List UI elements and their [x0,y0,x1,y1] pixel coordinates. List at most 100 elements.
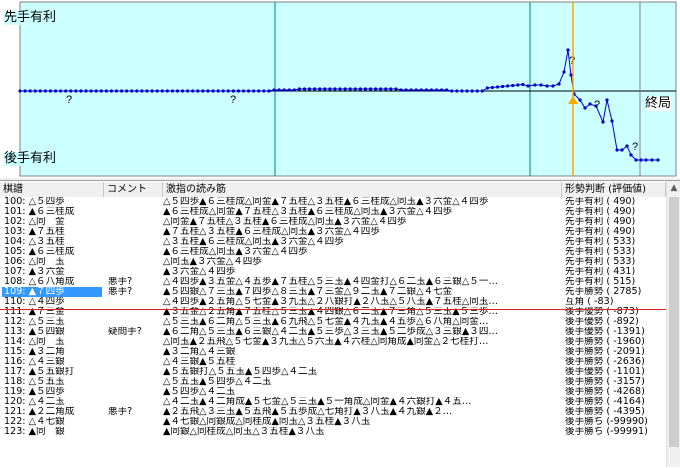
pv-cell: △５四歩▲６三桂成△同金▲７五桂△３五桂▲６三桂成△同玉▲３六金△４四歩 [163,197,489,207]
pv-cell: △同金▲７五桂△３五桂▲６三桂成△同玉▲３六金△４四歩 [163,217,407,227]
evaluation-point [521,82,525,87]
pv-cell: ▲３二角△４三銀 [163,347,236,357]
column-header-pv[interactable]: 激指の読み筋 [163,182,562,197]
move-row[interactable]: 114: △同 玉 △同玉▲２五飛△５七金▲３九玉△５六玉▲４六桂△同角成▲同金△… [0,337,666,347]
eval-cell: 先手有利 ( 515) [565,277,636,287]
pv-cell: △３五桂▲６三桂成△同玉▲３六金△４四歩 [163,237,344,247]
evaluation-point [634,158,638,162]
evaluation-point [434,88,439,92]
move-row[interactable]: 112: △５三玉 △５三玉▲６二角△５三玉▲６九飛△５七金▲４九玉▲４五歩△６八… [0,317,666,327]
bad-move-marker: ? [66,94,72,106]
evaluation-point [84,89,88,93]
evaluation-point [470,89,474,93]
eval-cell: 先手有利 ( 490) [565,197,636,207]
move-row[interactable]: 109: ▲７四歩 悪手? ▲５四銀△７三玉▲７四歩△８三玉▲７三金△９二玉▲７二銀… [0,287,666,297]
evaluation-point [221,89,225,93]
pv-cell: △５五玉▲５四歩△４二玉 [163,377,272,387]
move-row[interactable]: 104: △３五桂 △３五桂▲６三桂成△同玉▲３六金△４四歩 先手有利 ( 533) [0,237,666,247]
comment-cell: 悪手? [108,407,133,417]
evaluation-point [231,89,235,93]
move-cell: 123: ▲同 銀 [4,427,65,437]
eval-cell: 後手優勢 ( -892) [565,317,639,327]
evaluation-point [399,88,403,92]
move-cell: 106: △同 玉 [4,257,65,267]
evaluation-point [150,89,154,93]
move-row[interactable]: 116: △４三銀 △４三銀▲５五桂 後手勝勢 ( -2636) [0,357,666,367]
eval-cell: 先手有利 ( 490) [565,207,636,217]
evaluation-point [557,82,561,86]
evaluation-point [287,88,291,92]
eval-cell: 後手勝ち (-99991) [565,427,648,437]
move-row[interactable]: 118: △５五玉 △５五玉▲５四歩△４二玉 後手勝勢 ( -3157) [0,377,666,387]
evaluation-point [282,88,286,92]
evaluation-point [64,89,68,93]
move-row[interactable]: 122: △４七銀 ▲４七銀△同銀成△同桂成▲同玉△３五桂▲３八玉 後手勝ち (-9… [0,417,666,427]
move-row[interactable]: 100: △５四歩 △５四歩▲６三桂成△同金▲７五桂△３五桂▲６三桂成△同玉▲３六… [0,197,666,207]
move-row[interactable]: 121: ▲２二角成 悪手? ▲２五飛△３三玉▲５五飛▲５五歩成△七角打▲３八玉▲４… [0,407,666,417]
evaluation-point [120,89,124,93]
move-cell: 102: △同 金 [4,217,65,227]
bad-move-marker: ? [230,94,236,106]
move-cell: 120: △４二玉 [4,397,65,407]
evaluation-point [114,89,119,93]
evaluation-point [130,89,134,93]
move-cell: 105: ▲６三桂成 [4,247,75,257]
evaluation-point [252,89,256,93]
pv-cell: △同玉▲３六金△４四歩 [163,257,262,267]
move-row[interactable]: 106: △同 玉 △同玉▲３六金△４四歩 先手有利 ( 533) [0,257,666,267]
scrollbar-thumb[interactable] [669,197,679,447]
evaluation-point [155,89,159,93]
evaluation-point [206,89,210,93]
evaluation-graph[interactable]: ????? 先手有利 後手有利 終局 [0,0,680,178]
pv-cell: ▲２五飛△３三玉▲５五飛▲５五歩成△七角打▲３八玉▲４九銀▲２… [163,407,453,417]
move-row[interactable]: 105: ▲６三桂成 ▲６三桂成△同玉▲３六金△４四歩 先手有利 ( 533) [0,247,666,257]
pv-cell: ▲３六金△４四歩 [163,267,236,277]
evaluation-point [277,88,281,92]
move-row[interactable]: 115: ▲３二角 ▲３二角△４三銀 後手勝勢 ( -2091) [0,347,666,357]
evaluation-point [28,89,32,93]
move-row[interactable]: 120: △４二玉 △４二玉▲４二角成▲５七金△５三玉▲５一角成△同金▲４六銀打▲… [0,397,666,407]
evaluation-point [74,89,78,93]
evaluation-point [429,88,434,92]
pv-cell: ▲６二角△５三玉▲６三銀△４二玉▲５三歩△３三玉▲５二歩成△３三銀▲３四… [163,327,499,337]
move-row[interactable]: 102: △同 金 △同金▲７五桂△３五桂▲６三桂成△同玉▲３六金△４四歩 先手有利… [0,217,666,227]
evaluation-point [566,48,570,52]
eval-cell: 後手勝勢 ( -2091) [565,347,645,357]
evaluation-point [175,89,180,93]
move-row[interactable]: 107: ▲３六金 ▲３六金△４四歩 先手有利 ( 431) [0,267,666,277]
evaluation-point [583,106,587,110]
eval-cell: 後手勝勢 ( -3157) [565,377,645,387]
move-row[interactable]: 123: ▲同 銀 ▲同銀△同桂成△同玉△３五桂▲３八玉 後手勝ち (-99991) [0,427,666,437]
column-header-kifu[interactable]: 棋譜 [0,182,104,197]
bad-move-marker: ? [594,99,600,111]
move-row[interactable]: 117: ▲５五銀打 ▲５五銀打△５五玉▲５四歩△４二玉 後手優勢 ( -1101) [0,367,666,377]
pv-cell: ▲６三桂成△同金▲７五桂△３五桂▲６三桂成△同玉▲３六金△４四歩 [163,207,453,217]
move-cell: 114: △同 玉 [4,337,65,347]
column-header-eval[interactable]: 形勢判断 (評価値) [562,182,666,197]
evaluation-point [226,89,230,93]
vertical-scrollbar[interactable]: ▲ [666,181,680,467]
move-cell: 116: △４三銀 [4,357,65,367]
eval-cell: 後手勝勢 ( -4395) [565,407,645,417]
evaluation-graph-canvas[interactable]: ????? [0,0,680,178]
evaluation-point [125,89,129,93]
move-row[interactable]: 119: ▲５四歩 ▲５四歩△４二玉 後手勝勢 ( -4268) [0,387,666,397]
evaluation-point [384,87,388,91]
move-row[interactable]: 108: △６八角成 悪手? △４四歩▲３五金△４五歩▲７五桂△５三玉▲４四金打△６… [0,277,666,287]
pv-cell: ▲５五銀打△５五玉▲５四歩△４二玉 [163,367,318,377]
evaluation-point [424,88,428,92]
column-header-comment[interactable]: コメント [104,182,163,197]
evaluation-point [450,89,454,93]
evaluation-point [569,73,573,77]
eval-cell: 後手勝勢 ( -2636) [565,357,645,367]
evaluation-point [605,98,609,102]
evaluation-point [38,89,42,93]
move-row[interactable]: 113: ▲５四銀 疑問手? ▲６二角△５三玉▲６三銀△４二玉▲５三歩△３三玉▲５二… [0,327,666,337]
evaluation-point [629,153,633,157]
move-row[interactable]: 101: ▲６三桂成 ▲６三桂成△同金▲７五桂△３五桂▲６三桂成△同玉▲３六金△４… [0,207,666,217]
move-row[interactable]: 103: ▲７五桂 ▲７五桂△３五桂▲６三桂成△同玉▲３六金△４四歩 先手有利 ( … [0,227,666,237]
move-cell: 113: ▲５四銀 [4,327,65,337]
scroll-up-arrow-icon[interactable]: ▲ [667,181,680,195]
evaluation-point [625,144,629,148]
move-row[interactable]: 110: △４四歩 △４四歩▲２五角△５七金▲３九玉△２八銀打▲２八玉△５八玉▲７… [0,297,666,307]
